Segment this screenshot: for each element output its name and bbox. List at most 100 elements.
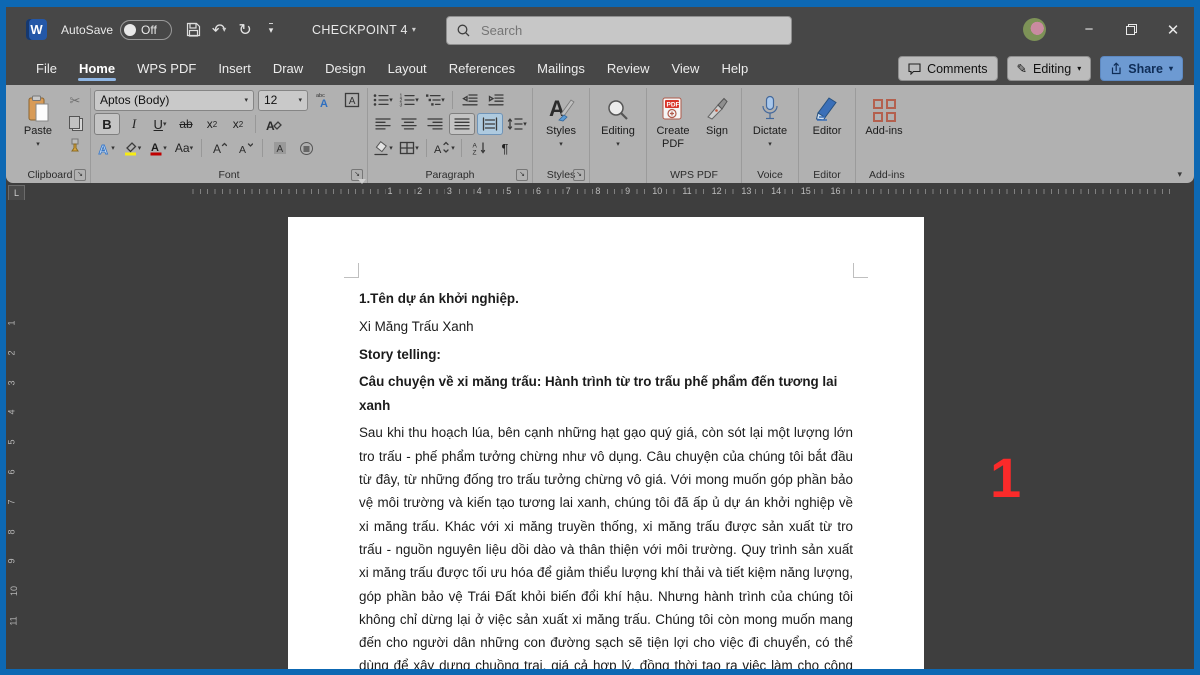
menu-tab-file[interactable]: File [25, 53, 68, 84]
chevron-down-icon[interactable]: ▾ [451, 144, 455, 152]
bold-button[interactable]: B [94, 113, 120, 135]
superscript-button[interactable]: x2 [226, 113, 250, 135]
decrease-indent-button[interactable] [458, 89, 482, 111]
sign-button[interactable]: Sign [696, 88, 738, 138]
chevron-down-icon[interactable]: ▾ [415, 144, 419, 152]
chevron-down-icon[interactable]: ▾ [36, 138, 40, 151]
document-page[interactable]: 1.Tên dự án khởi nghiệp.Xi Măng Trấu Xan… [288, 217, 924, 669]
autosave-toggle[interactable]: Off [120, 20, 172, 40]
align-center-button[interactable] [397, 113, 421, 135]
phonetic-guide-button[interactable]: abcA [312, 89, 336, 111]
vertical-ruler[interactable]: 1234567891011 [6, 200, 26, 669]
dictate-button[interactable]: Dictate ▾ [745, 88, 795, 151]
shrink-font-button[interactable]: A [233, 137, 257, 159]
styles-dialog-launcher[interactable]: ↘ [573, 169, 585, 181]
borders-button[interactable]: ▾ [397, 137, 421, 159]
paragraph-dialog-launcher[interactable]: ↘ [516, 169, 528, 181]
addins-button[interactable]: Add-ins [859, 88, 909, 138]
undo-dropdown-icon[interactable]: ▾ [222, 25, 226, 34]
chevron-down-icon[interactable]: ▾ [616, 138, 620, 151]
editor-button[interactable]: Editor [802, 88, 852, 138]
grow-font-button[interactable]: A [207, 137, 231, 159]
clipboard-dialog-launcher[interactable]: ↘ [74, 169, 86, 181]
chevron-down-icon[interactable]: ▾ [190, 144, 194, 152]
font-color-button[interactable]: A ▾ [146, 137, 170, 159]
minimize-button[interactable]: − [1068, 7, 1110, 52]
character-shading-button[interactable]: A [268, 137, 292, 159]
share-button[interactable]: Share ▾ [1100, 56, 1183, 81]
line-spacing-button[interactable]: ▾ [505, 113, 529, 135]
search-box[interactable] [446, 16, 792, 45]
chevron-down-icon[interactable]: ▾ [163, 144, 167, 152]
asian-layout-button[interactable]: A ▾ [432, 137, 456, 159]
cut-button[interactable]: ✂ [63, 90, 87, 112]
horizontal-ruler[interactable]: 12345678910111213141516 [26, 183, 1194, 200]
chevron-down-icon[interactable]: ▾ [111, 144, 115, 152]
font-name-combo[interactable]: Aptos (Body)▾ [94, 90, 254, 111]
font-size-combo[interactable]: 12▾ [258, 90, 308, 111]
enclose-characters-button[interactable] [294, 137, 318, 159]
redo-button[interactable]: ↻ [232, 17, 258, 43]
chevron-down-icon[interactable]: ▾ [389, 144, 393, 152]
align-right-button[interactable] [423, 113, 447, 135]
subscript-button[interactable]: x2 [200, 113, 224, 135]
title-dropdown-icon[interactable]: ▾ [412, 25, 416, 34]
save-button[interactable] [180, 17, 206, 43]
underline-button[interactable]: U▾ [148, 113, 172, 135]
word-logo-icon[interactable]: W [26, 19, 47, 40]
change-case-button[interactable]: Aa▾ [172, 137, 196, 159]
justify-button[interactable] [449, 113, 475, 135]
shading-button[interactable]: ▾ [371, 137, 395, 159]
chevron-down-icon[interactable]: ▾ [389, 96, 393, 104]
chevron-down-icon[interactable]: ▾ [163, 120, 167, 128]
menu-tab-review[interactable]: Review [596, 53, 661, 84]
copy-button[interactable] [63, 112, 87, 134]
restore-button[interactable] [1110, 7, 1152, 52]
undo-button[interactable]: ↶▾ [206, 17, 232, 43]
numbered-list-button[interactable]: 123 ▾ [397, 89, 421, 111]
collapse-ribbon-button[interactable]: ▾ [1177, 169, 1182, 180]
styles-button[interactable]: A Styles ▾ [536, 88, 586, 151]
menu-tab-draw[interactable]: Draw [262, 53, 314, 84]
chevron-down-icon[interactable]: ▾ [138, 144, 142, 152]
multilevel-list-button[interactable]: ▾ [423, 89, 447, 111]
format-painter-button[interactable] [63, 134, 87, 156]
document-title[interactable]: CHECKPOINT 4 ▾ [312, 23, 416, 37]
text-effects-button[interactable]: A ▾ [94, 137, 118, 159]
menu-tab-design[interactable]: Design [314, 53, 376, 84]
menu-tab-insert[interactable]: Insert [207, 53, 262, 84]
account-avatar[interactable] [1023, 18, 1046, 41]
menu-tab-wps-pdf[interactable]: WPS PDF [126, 53, 207, 84]
close-button[interactable]: ✕ [1152, 7, 1194, 52]
comments-button[interactable]: Comments [898, 56, 997, 81]
menu-tab-mailings[interactable]: Mailings [526, 53, 596, 84]
chevron-down-icon[interactable]: ▾ [559, 138, 563, 151]
menu-tab-references[interactable]: References [438, 53, 526, 84]
clear-formatting-button[interactable]: A [261, 113, 285, 135]
document-area[interactable]: 1.Tên dự án khởi nghiệp.Xi Măng Trấu Xan… [26, 200, 1194, 669]
strikethrough-button[interactable]: ab [174, 113, 198, 135]
create-pdf-button[interactable]: PDF Create PDF [650, 88, 696, 151]
chevron-down-icon[interactable]: ▾ [441, 96, 445, 104]
menu-tab-view[interactable]: View [660, 53, 710, 84]
show-hide-formatting-button[interactable]: ¶ [493, 137, 517, 159]
menu-tab-help[interactable]: Help [710, 53, 759, 84]
editing-button[interactable]: Editing ▾ [593, 88, 643, 151]
chevron-down-icon[interactable]: ▾ [415, 96, 419, 104]
character-border-button[interactable]: A [340, 89, 364, 111]
editing-mode-button[interactable]: ✎ Editing ▾ [1007, 56, 1092, 81]
chevron-down-icon[interactable]: ▾ [768, 138, 772, 151]
customize-quick-access-button[interactable]: ▾ [258, 17, 284, 43]
menu-tab-home[interactable]: Home [68, 53, 126, 84]
increase-indent-button[interactable] [484, 89, 508, 111]
highlight-color-button[interactable]: ▾ [120, 137, 144, 159]
chevron-down-icon[interactable]: ▾ [523, 120, 527, 128]
bullet-list-button[interactable]: ▾ [371, 89, 395, 111]
align-left-button[interactable] [371, 113, 395, 135]
sort-button[interactable]: AZ [467, 137, 491, 159]
menu-tab-layout[interactable]: Layout [377, 53, 438, 84]
tab-stop-selector[interactable]: L [8, 185, 25, 201]
search-input[interactable] [479, 22, 723, 39]
distribute-text-button[interactable] [477, 113, 503, 135]
paste-button[interactable]: Paste ▾ [13, 88, 63, 151]
